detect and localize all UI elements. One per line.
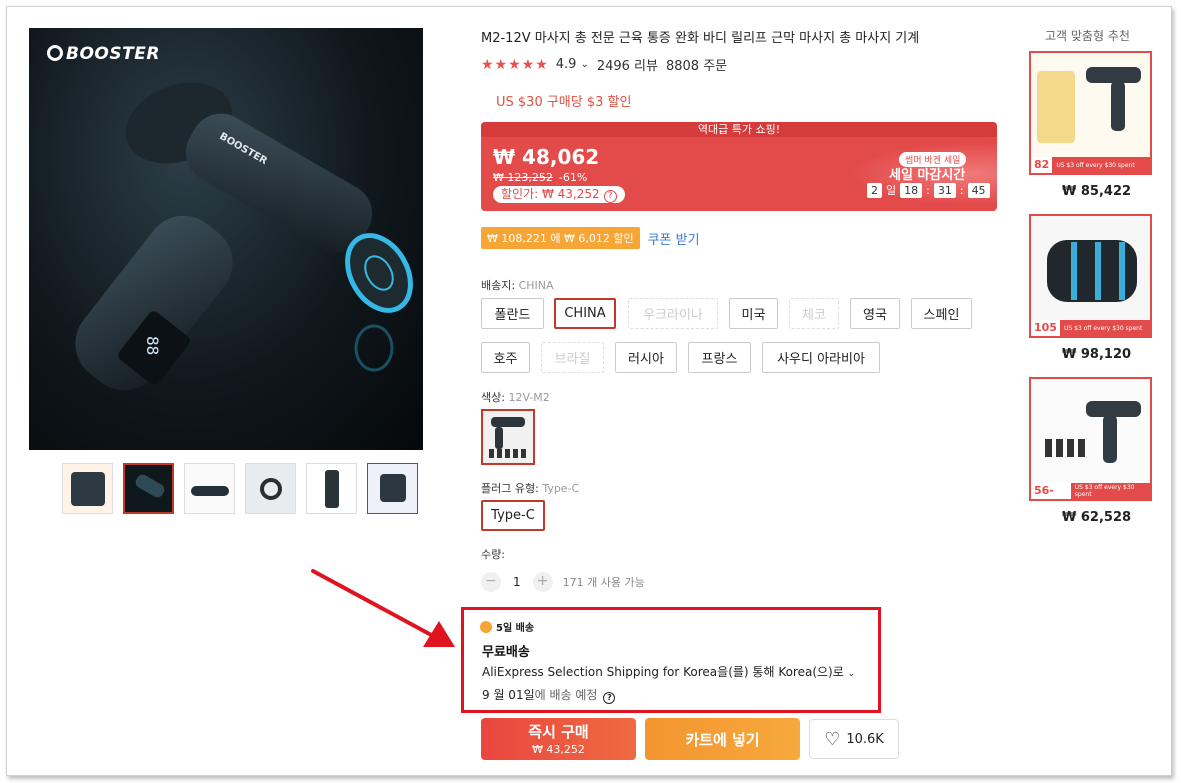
- discount-percent: -61%: [558, 171, 588, 184]
- countdown-seconds: 45: [967, 182, 990, 198]
- price-box: 역대급 특가 쇼핑! ₩ 48,062 ₩ 123,252 -61% 할인가: ₩…: [481, 122, 997, 211]
- recommend-price: ₩ 62,528: [1062, 510, 1132, 525]
- ship-from-option[interactable]: 사우디 아라비아: [762, 342, 880, 373]
- available-stock: 171 개 사용 가능: [562, 576, 645, 589]
- thumbnail-5[interactable]: [306, 463, 357, 514]
- recommend-item[interactable]: 82 US $3 off every $30 spent: [1029, 51, 1152, 175]
- recommend-item[interactable]: 105 US $3 off every $30 spent: [1029, 214, 1152, 338]
- thumbnail-1[interactable]: [62, 463, 113, 514]
- ship-from-option[interactable]: 스페인: [911, 298, 972, 329]
- ship-from-option[interactable]: 영국: [850, 298, 900, 329]
- recommend-title: 고객 맞춤형 추천: [1045, 29, 1130, 43]
- add-to-cart-button[interactable]: 카트에 넣기: [645, 718, 800, 760]
- ship-from-value: CHINA: [518, 279, 554, 292]
- get-coupon-link[interactable]: 쿠폰 받기: [648, 229, 700, 248]
- countdown-hours: 18: [900, 182, 923, 198]
- recommend-coupon: 105 US $3 off every $30 spent: [1031, 320, 1150, 336]
- recommend-badge: 82: [1031, 157, 1053, 173]
- recommend-coupon: 56-72US $3 off every $30 spent: [1031, 483, 1150, 499]
- ship-from-option[interactable]: 러시아: [615, 342, 677, 373]
- plug-value: Type-C: [542, 482, 580, 495]
- wishlist-count: 10.6K: [846, 731, 884, 747]
- recommend-badge: 56-72: [1031, 483, 1071, 499]
- recommend-price: ₩ 85,422: [1062, 184, 1132, 199]
- rating-stars: ★★★★★: [481, 56, 549, 73]
- quantity-label: 수량:: [481, 548, 505, 561]
- ship-from-option: 브라질: [541, 342, 604, 373]
- thumbnail-2[interactable]: [123, 463, 174, 514]
- store-promo[interactable]: US $30 구매당 $3 할인: [496, 91, 631, 110]
- product-main-image[interactable]: BOOSTER 88 BOOSTER: [29, 28, 423, 450]
- color-label: 색상: 12V-M2: [481, 391, 550, 404]
- thumbnail-6[interactable]: [367, 463, 418, 514]
- thumbnail-3[interactable]: [184, 463, 235, 514]
- color-swatch[interactable]: [481, 409, 535, 465]
- recommend-coupon: 82 US $3 off every $30 spent: [1031, 157, 1150, 173]
- ship-from-option: 우크라이나: [628, 298, 718, 329]
- fast-delivery-badge: 5일 배송: [480, 619, 534, 634]
- delivery-icon: [480, 620, 492, 633]
- ship-from-option[interactable]: 미국: [729, 298, 778, 329]
- ship-from-option[interactable]: 프랑스: [688, 342, 751, 373]
- countdown-days: 2: [867, 182, 882, 198]
- original-price-row: ₩ 123,252 -61%: [493, 171, 587, 184]
- original-price: ₩ 123,252: [493, 171, 553, 184]
- countdown-minutes: 31: [933, 182, 956, 198]
- recommend-price: ₩ 98,120: [1062, 347, 1132, 362]
- buy-now-button[interactable]: 즉시 구매 ₩ 43,252: [481, 718, 636, 760]
- order-count: 8808 주문: [665, 59, 728, 74]
- ship-from-option[interactable]: CHINA: [554, 298, 616, 329]
- massage-gun-illustration: 88 BOOSTER: [75, 82, 413, 391]
- chevron-down-icon[interactable]: ⌄: [848, 669, 856, 679]
- sale-banner: 역대급 특가 쇼핑!: [481, 122, 997, 137]
- help-icon[interactable]: ?: [603, 692, 616, 704]
- countdown-sep: :: [959, 183, 964, 197]
- countdown-day-label: 일: [886, 184, 897, 197]
- wishlist-button[interactable]: ♡ 10.6K: [809, 719, 899, 759]
- free-shipping-label: 무료배송: [482, 645, 530, 660]
- recommend-badge: 105: [1031, 320, 1060, 336]
- discounted-price-pill: 할인가: ₩ 43,252?: [493, 186, 625, 203]
- annotation-arrow: [311, 569, 455, 647]
- quantity-stepper: − 1 + 171 개 사용 가능: [481, 572, 645, 592]
- heart-icon: ♡: [824, 728, 841, 750]
- help-icon[interactable]: ?: [603, 190, 617, 203]
- chevron-down-icon[interactable]: ⌄: [580, 59, 588, 70]
- quantity-input[interactable]: 1: [513, 575, 521, 589]
- thumbnail-strip: [62, 463, 418, 514]
- quantity-minus-button[interactable]: −: [481, 572, 501, 592]
- plug-option[interactable]: Type-C: [481, 500, 545, 531]
- ship-from-label: 배송지: CHINA: [481, 279, 554, 292]
- shipping-info-box: 5일 배송 무료배송 AliExpress Selection Shipping…: [461, 607, 881, 713]
- review-count[interactable]: 2496 리뷰: [597, 55, 658, 74]
- recommend-item[interactable]: 56-72US $3 off every $30 spent: [1029, 377, 1152, 501]
- shipping-method[interactable]: AliExpress Selection Shipping for Korea을…: [482, 663, 855, 680]
- current-price: ₩ 48,062: [493, 145, 600, 169]
- rating-value[interactable]: 4.9: [556, 57, 577, 72]
- svg-text:88: 88: [143, 336, 162, 355]
- ship-from-option[interactable]: 호주: [481, 342, 530, 373]
- color-value: 12V-M2: [508, 391, 550, 404]
- ship-from-option: 체코: [789, 298, 839, 329]
- ship-from-option[interactable]: 폴란드: [481, 298, 544, 329]
- coupon-row: ₩ 108,221 에 ₩ 6,012 할인 쿠폰 받기: [481, 227, 700, 249]
- coupon-tag: ₩ 108,221 에 ₩ 6,012 할인: [481, 227, 640, 249]
- rating-row: ★★★★★ 4.9 ⌄ 2496 리뷰 8808 주문: [481, 55, 728, 75]
- delivery-date: 9 월 01일에 배송 예정?: [482, 686, 616, 704]
- quantity-plus-button[interactable]: +: [532, 572, 553, 592]
- sale-end-title: 세일 마감시간: [889, 168, 966, 183]
- product-title: M2-12V 마사지 총 전문 근육 통증 완화 바디 릴리프 근막 마사지 총…: [481, 31, 920, 46]
- plug-label: 플러그 유형: Type-C: [481, 482, 580, 495]
- sale-countdown: 2 일 18 : 31 : 45: [867, 182, 990, 198]
- countdown-sep: :: [926, 183, 930, 197]
- thumbnail-4[interactable]: [245, 463, 296, 514]
